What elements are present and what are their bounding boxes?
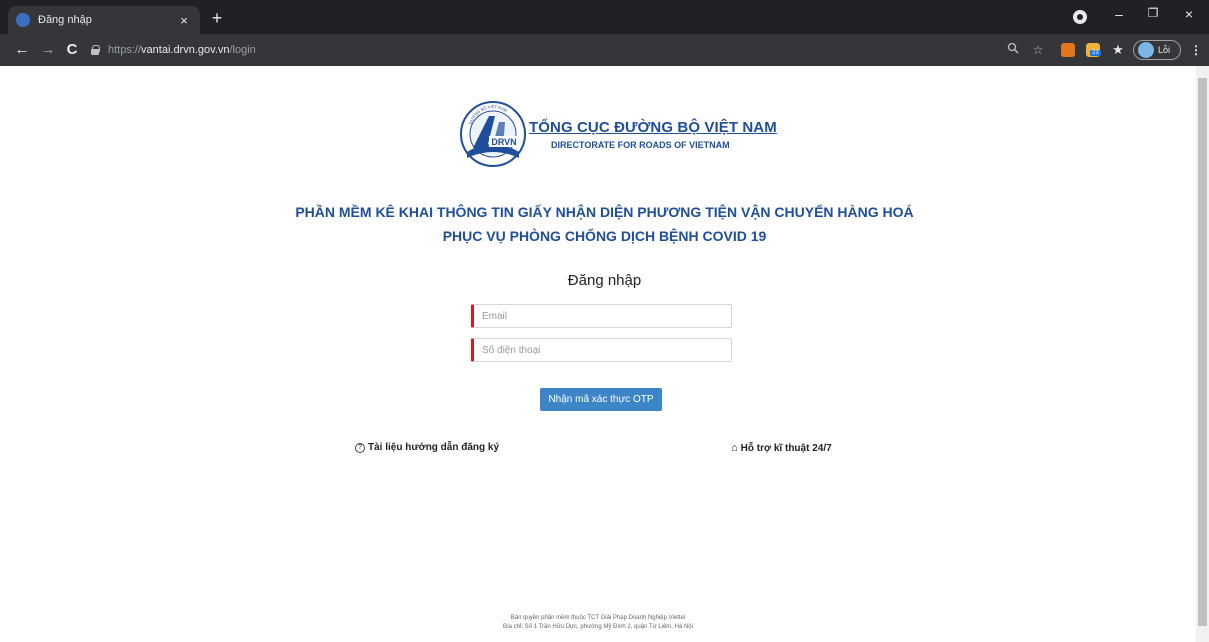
email-field[interactable]	[471, 304, 732, 328]
emblem-initials: DRVN	[491, 137, 516, 147]
footer-address: Địa chỉ: Số 1 Trần Hữu Dực, phường Mỹ Đì…	[503, 624, 693, 630]
window-close-button[interactable]: ×	[1176, 6, 1202, 28]
tab-title: Đăng nhập	[38, 14, 92, 26]
footer-copyright: Bản quyền phần mềm thuộc TCT Giải Pháp D…	[510, 615, 686, 621]
back-button[interactable]: ←	[12, 40, 32, 60]
lock-icon[interactable]	[90, 45, 100, 55]
site-favicon-icon	[16, 13, 30, 27]
app-title-line-1: PHẦN MỀM KÊ KHAI THÔNG TIN GIẤY NHẬN DIỆ…	[295, 204, 914, 220]
browser-tab-active[interactable]: Đăng nhập ×	[8, 6, 200, 34]
new-tab-button[interactable]: +	[206, 8, 228, 30]
login-heading: Đăng nhập	[567, 272, 642, 289]
reload-button[interactable]: C	[62, 40, 82, 60]
window-minimize-button[interactable]: –	[1106, 6, 1132, 28]
extension-badge-count: 23	[1090, 50, 1101, 56]
app-title-line-2: PHỤC VỤ PHÒNG CHỐNG DỊCH BỆNH COVID 19	[442, 228, 767, 244]
logo-text: TỔNG CỤC ĐƯỜNG BỘ VIỆT NAM DIRECTORATE F…	[529, 119, 777, 150]
extension-badge-icon[interactable]: 23	[1086, 43, 1101, 57]
url-protocol: https://	[108, 44, 142, 56]
url-host: vantai.drvn.gov.vn	[141, 44, 230, 56]
registration-guide-label: Tài liệu hướng dẫn đăng ký	[368, 442, 500, 453]
tech-support-label: Hỗ trợ kĩ thuật 24/7	[740, 442, 832, 454]
tab-close-icon[interactable]: ×	[176, 13, 192, 28]
browser-toolbar: ← → C https:// vantai.drvn.gov.vn /login…	[0, 34, 1209, 66]
drvn-emblem-icon: DRVN ĐƯỜNG BỘ VIỆT NAM	[460, 101, 526, 167]
scrollbar-thumb[interactable]	[1198, 78, 1207, 626]
page-scrollbar[interactable]	[1196, 66, 1209, 642]
registration-guide-link[interactable]: ? Tài liệu hướng dẫn đăng ký	[355, 442, 499, 453]
bookmark-star-icon[interactable]: ☆	[1030, 42, 1046, 58]
puzzle-icon[interactable]: ★	[1110, 42, 1126, 58]
page-content: DRVN ĐƯỜNG BỘ VIỆT NAM TỔNG CỤC ĐƯỜNG BỘ…	[0, 66, 1196, 642]
profile-label: Lỗi	[1158, 45, 1171, 55]
logo-title: TỔNG CỤC ĐƯỜNG BỘ VIỆT NAM	[529, 118, 777, 136]
avatar	[1138, 42, 1154, 58]
kebab-menu-icon[interactable]: ⋮	[1188, 42, 1204, 58]
window-restore-button[interactable]: ❐	[1140, 6, 1166, 28]
address-bar[interactable]: https:// vantai.drvn.gov.vn /login	[90, 39, 960, 61]
question-circle-icon: ?	[355, 442, 365, 453]
zoom-icon[interactable]	[1005, 42, 1021, 58]
metamask-extension-icon[interactable]	[1061, 43, 1075, 57]
media-control-icon[interactable]	[1073, 10, 1087, 24]
phone-field[interactable]	[471, 338, 732, 362]
profile-button[interactable]: Lỗi	[1133, 40, 1181, 60]
url-path: /login	[229, 44, 256, 56]
logo-subtitle: DIRECTORATE FOR ROADS OF VIETNAM	[551, 139, 730, 150]
browser-tab-bar: Đăng nhập × + – ❐ ×	[0, 0, 1209, 34]
get-otp-button[interactable]: Nhận mã xác thực OTP	[540, 388, 662, 411]
forward-button[interactable]: →	[38, 40, 58, 60]
home-icon: ⌂	[731, 442, 738, 454]
site-logo[interactable]: DRVN ĐƯỜNG BỘ VIỆT NAM TỔNG CỤC ĐƯỜNG BỘ…	[459, 100, 777, 168]
tech-support-link[interactable]: ⌂ Hỗ trợ kĩ thuật 24/7	[731, 442, 832, 454]
